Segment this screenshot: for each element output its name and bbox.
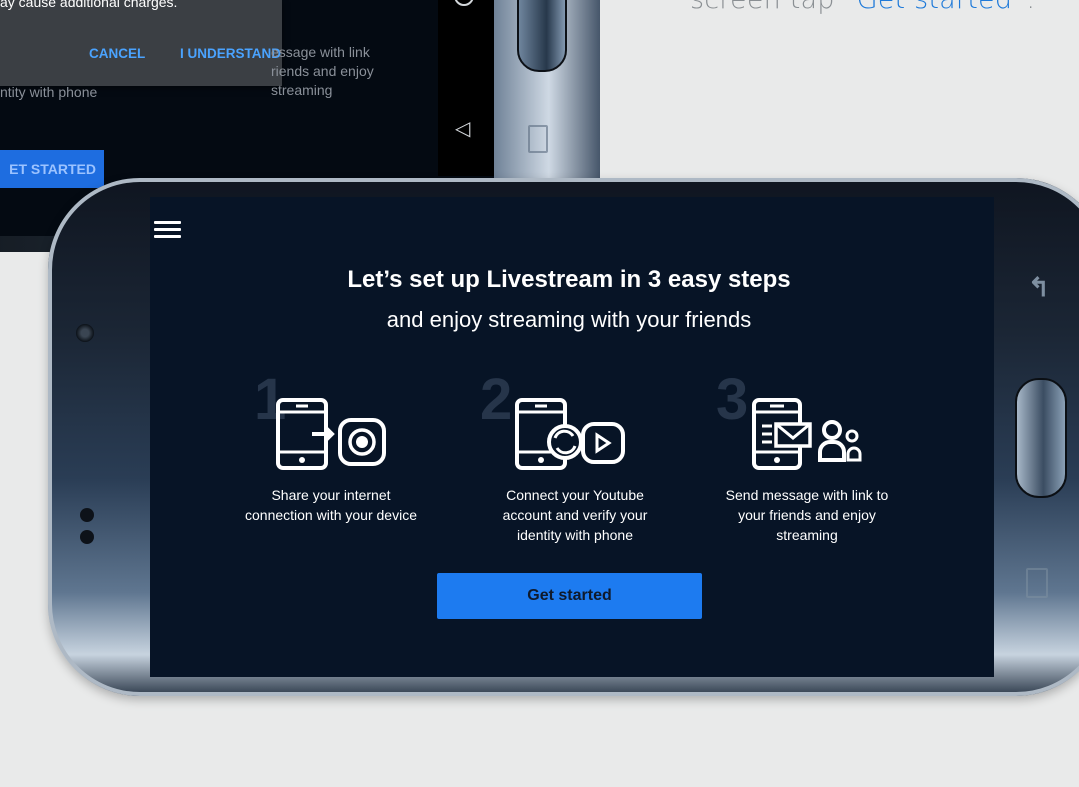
step-description: Send message with link to your friends a… bbox=[725, 487, 889, 543]
background-recent-key-icon bbox=[528, 125, 548, 153]
charges-dialog: ay cause additional charges. CANCEL I UN… bbox=[0, 0, 282, 86]
hamburger-menu-icon[interactable] bbox=[154, 221, 182, 241]
phone-share-icon bbox=[276, 398, 386, 470]
home-key bbox=[1015, 378, 1067, 498]
caption-suffix: ”. bbox=[1012, 0, 1035, 15]
sensor-dot bbox=[80, 508, 94, 522]
step-description: Share your internet connection with your… bbox=[245, 487, 417, 523]
back-key-icon: ↰ bbox=[1028, 272, 1050, 302]
phone-message-icon bbox=[752, 398, 862, 470]
page-subtitle: and enjoy streaming with your friends bbox=[386, 307, 752, 332]
dialog-understand-button[interactable]: I UNDERSTAND bbox=[180, 46, 281, 61]
page-title: Let’s set up Livestream in 3 easy steps bbox=[347, 266, 791, 293]
caption-prefix: screen tap “ bbox=[690, 0, 857, 15]
step-description: Connect your Youtube account and verify … bbox=[502, 487, 648, 543]
step-number: 2 bbox=[480, 367, 513, 432]
background-get-started-button[interactable]: ET STARTED bbox=[0, 150, 104, 188]
back-nav-icon[interactable]: ◁ bbox=[455, 116, 470, 141]
caption-link: Get started bbox=[857, 0, 1013, 15]
front-camera bbox=[76, 324, 94, 342]
get-started-button[interactable]: Get started bbox=[437, 573, 702, 619]
background-home-key bbox=[517, 0, 567, 72]
home-nav-icon[interactable] bbox=[454, 0, 474, 6]
dialog-message: ay cause additional charges. bbox=[0, 0, 178, 10]
sensor-dot bbox=[80, 530, 94, 544]
dialog-cancel-button[interactable]: CANCEL bbox=[89, 46, 145, 61]
instruction-caption: screen tap “Get started”. bbox=[690, 0, 1035, 15]
background-step-text-left: ntity with phone bbox=[0, 84, 98, 100]
phone-sync-icon bbox=[515, 398, 625, 470]
recent-key-icon bbox=[1026, 568, 1048, 598]
background-nav-bar: ◁ bbox=[438, 0, 494, 176]
background-step-text-mid: essage with link riends and enjoy stream… bbox=[271, 44, 374, 98]
step-number: 3 bbox=[716, 367, 749, 432]
